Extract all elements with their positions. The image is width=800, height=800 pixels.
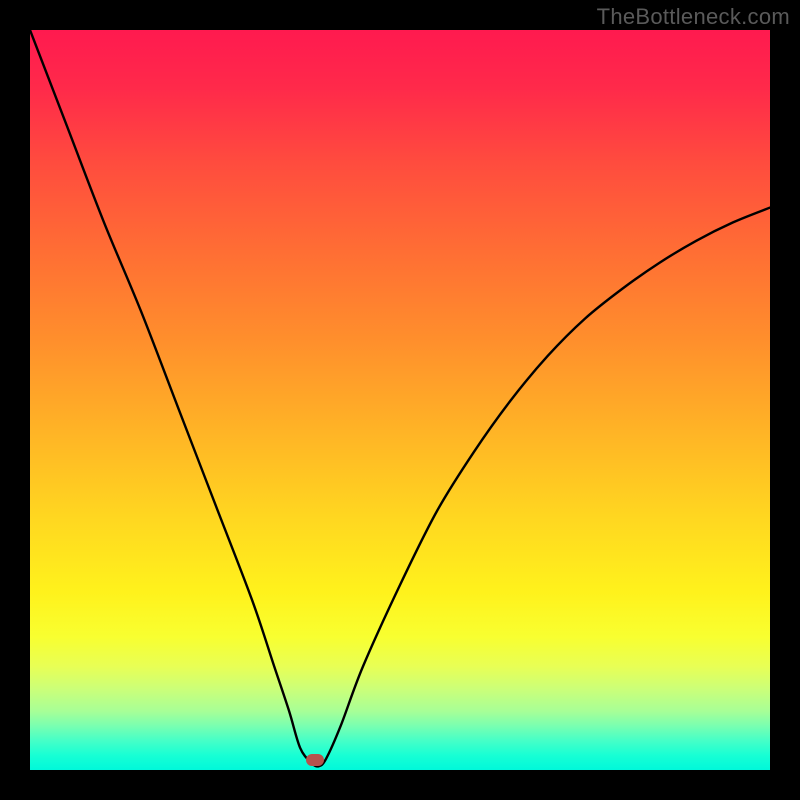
curve-layer [30,30,770,770]
chart-frame: TheBottleneck.com [0,0,800,800]
plot-area [30,30,770,770]
watermark-text: TheBottleneck.com [597,4,790,30]
bottleneck-curve [30,30,770,766]
marker-dot [306,754,324,766]
